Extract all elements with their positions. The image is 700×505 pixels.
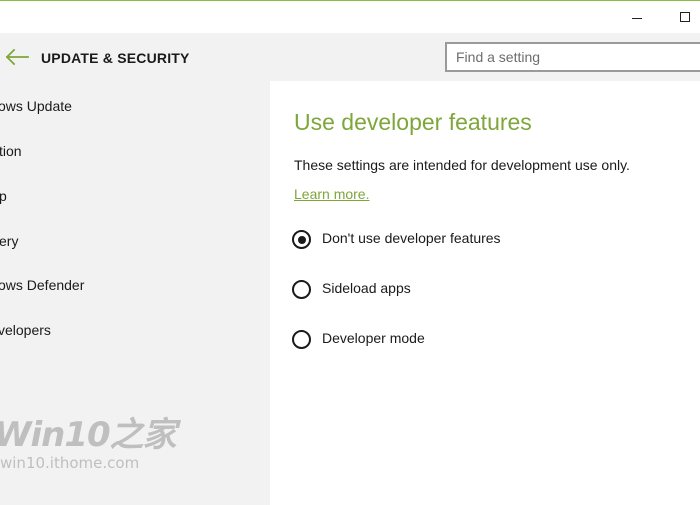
sidebar-item-label: ery xyxy=(0,233,19,249)
title-bar xyxy=(0,1,700,33)
page-title: Use developer features xyxy=(294,109,532,135)
watermark-logo: Win10之家 xyxy=(0,415,177,455)
sidebar: ows Update tion p ery ows Defender velop… xyxy=(0,81,270,505)
watermark-url: win10.ithome.com xyxy=(0,454,140,472)
main-content: Use developer features These settings ar… xyxy=(270,81,700,505)
radio-dont-use-developer-features[interactable]: Don't use developer features xyxy=(292,227,652,253)
maximize-icon xyxy=(680,12,690,22)
search-input[interactable] xyxy=(447,44,696,70)
back-arrow-icon xyxy=(5,48,29,66)
watermark: Win10之家 win10.ithome.com xyxy=(0,407,194,472)
sidebar-item-for-developers[interactable]: velopers xyxy=(0,309,270,349)
learn-more-link[interactable]: Learn more. xyxy=(294,186,369,202)
sidebar-item-label: ows Defender xyxy=(0,277,85,293)
radio-button[interactable] xyxy=(292,280,311,299)
back-button[interactable] xyxy=(0,43,34,71)
radio-developer-mode[interactable]: Developer mode xyxy=(292,327,652,353)
search-box[interactable] xyxy=(445,42,700,72)
radio-button[interactable] xyxy=(292,330,311,349)
radio-label: Don't use developer features xyxy=(322,230,501,246)
radio-button-selected[interactable] xyxy=(292,230,311,249)
sidebar-item-recovery[interactable]: ery xyxy=(0,220,270,260)
radio-label: Developer mode xyxy=(322,330,425,346)
section-title: UPDATE & SECURITY xyxy=(41,50,190,66)
sidebar-item-windows-defender[interactable]: ows Defender xyxy=(0,264,270,304)
description-text: These settings are intended for developm… xyxy=(294,157,630,173)
sidebar-item-windows-update[interactable]: ows Update xyxy=(0,85,270,125)
settings-window: UPDATE & SECURITY ows Update tion p ery … xyxy=(0,0,700,505)
maximize-button[interactable] xyxy=(670,5,700,29)
radio-selected-dot-icon xyxy=(297,235,306,244)
minimize-icon xyxy=(632,17,642,19)
sidebar-item-label: velopers xyxy=(0,322,51,338)
header-bar: UPDATE & SECURITY xyxy=(0,33,700,81)
sidebar-item-backup[interactable]: p xyxy=(0,175,270,215)
radio-label: Sideload apps xyxy=(322,280,411,296)
sidebar-item-label: p xyxy=(0,188,7,204)
sidebar-item-label: ows Update xyxy=(0,98,72,114)
sidebar-item-activation[interactable]: tion xyxy=(0,130,270,170)
sidebar-item-label: tion xyxy=(0,143,22,159)
radio-sideload-apps[interactable]: Sideload apps xyxy=(292,277,652,303)
minimize-button[interactable] xyxy=(622,5,652,29)
